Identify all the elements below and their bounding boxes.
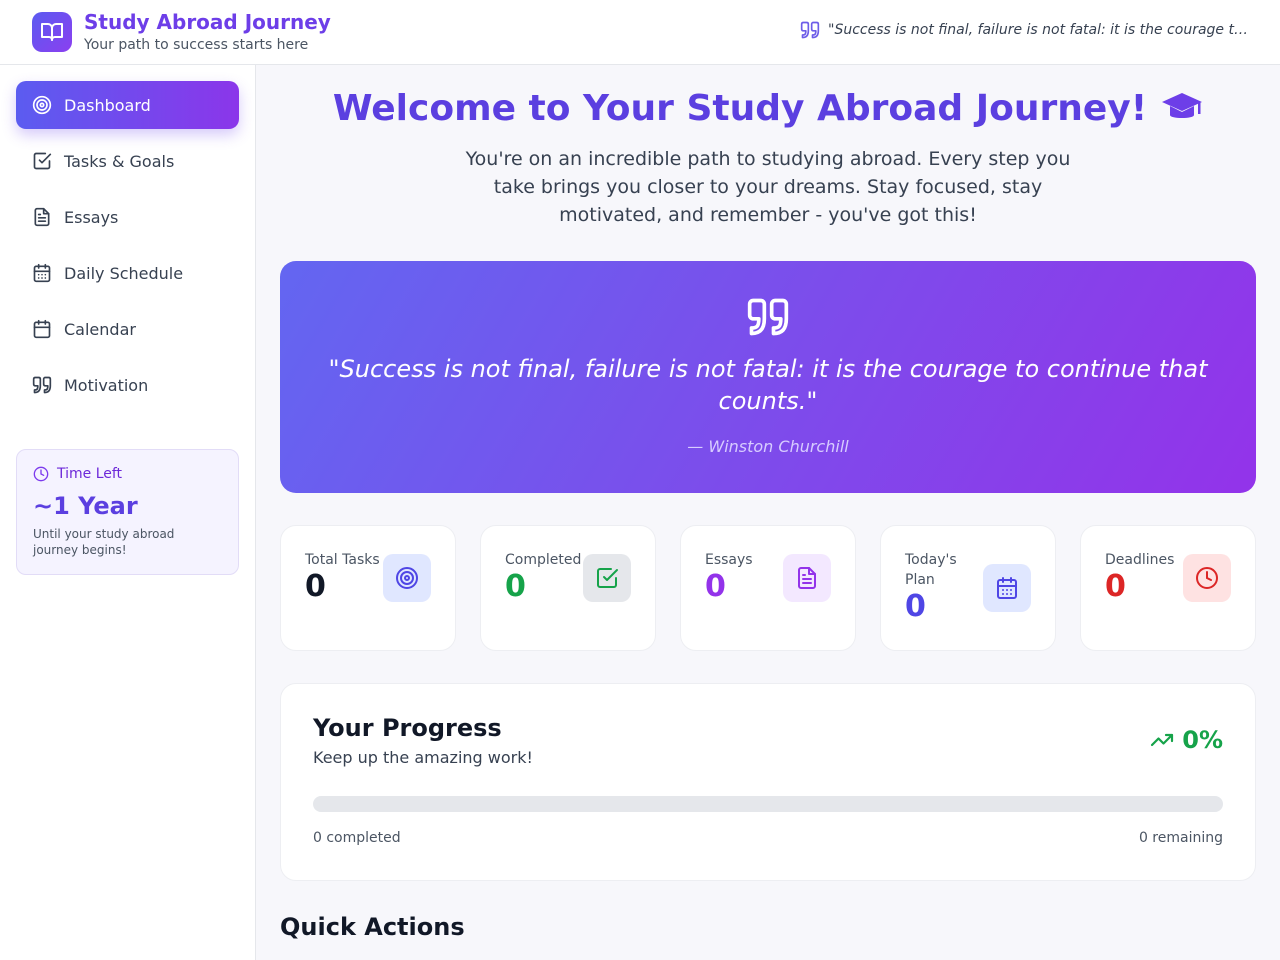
sidebar-item-label: Tasks & Goals <box>64 151 175 171</box>
quote-icon <box>746 295 790 343</box>
stat-card-essays: Essays 0 <box>680 525 856 651</box>
sidebar-item-motivation[interactable]: Motivation <box>16 361 239 409</box>
sidebar-item-calendar[interactable]: Calendar <box>16 305 239 353</box>
page-title: Welcome to Your Study Abroad Journey! <box>332 88 1148 129</box>
sidebar-item-tasks-goals[interactable]: Tasks & Goals <box>16 137 239 185</box>
quote-text: "Success is not final, failure is not fa… <box>328 355 1208 415</box>
progress-percent-value: 0% <box>1182 726 1223 754</box>
progress-completed: 0 completed <box>313 830 401 846</box>
quote-icon <box>800 20 820 40</box>
sidebar: Dashboard Tasks & Goals Essays Daily Sch… <box>0 65 256 960</box>
main-content: Welcome to Your Study Abroad Journey! Yo… <box>280 65 1256 941</box>
calendar-grid-icon <box>983 564 1031 612</box>
trending-up-icon <box>1150 728 1174 752</box>
check-square-icon <box>583 554 631 602</box>
clock-icon <box>1183 554 1231 602</box>
welcome-text: You're on an incredible path to studying… <box>465 148 1071 226</box>
document-icon <box>32 207 52 227</box>
welcome-title: Welcome to Your Study Abroad Journey! <box>280 87 1256 131</box>
time-left-label: Time Left <box>57 466 123 482</box>
sidebar-item-label: Dashboard <box>64 95 151 115</box>
time-left-note: Until your study abroad journey begins! <box>33 527 175 557</box>
header-quote: "Success is not final, failure is not fa… <box>800 20 1248 40</box>
app-subtitle: Your path to success starts here <box>84 36 309 53</box>
sidebar-item-dashboard[interactable]: Dashboard <box>16 81 239 129</box>
quote-card: "Success is not final, failure is not fa… <box>280 261 1256 493</box>
progress-subtitle: Keep up the amazing work! <box>313 748 533 767</box>
graduation-cap-icon <box>1161 89 1203 129</box>
app-header: Study Abroad Journey Your path to succes… <box>0 0 1280 65</box>
quote-icon <box>32 375 52 395</box>
stat-card-todays-plan: Today's Plan 0 <box>880 525 1056 651</box>
time-left-value: ~1 Year <box>33 492 138 520</box>
header-quote-text: "Success is not final, failure is not fa… <box>828 22 1248 38</box>
stats-row: Total Tasks 0 Completed 0 Essays 0 Today… <box>280 525 1256 651</box>
book-icon <box>32 12 72 52</box>
sidebar-item-essays[interactable]: Essays <box>16 193 239 241</box>
document-icon <box>783 554 831 602</box>
sidebar-item-label: Daily Schedule <box>64 263 184 283</box>
progress-card: Your Progress Keep up the amazing work! … <box>280 683 1256 881</box>
time-left-card: Time Left ~1 Year Until your study abroa… <box>16 449 239 575</box>
quote-author: — Winston Churchill <box>687 437 849 456</box>
sidebar-item-daily-schedule[interactable]: Daily Schedule <box>16 249 239 297</box>
stat-card-deadlines: Deadlines 0 <box>1080 525 1256 651</box>
app-title: Study Abroad Journey <box>84 9 331 34</box>
progress-remaining: 0 remaining <box>1138 830 1223 846</box>
calendar-grid-icon <box>32 263 52 283</box>
sidebar-item-label: Essays <box>64 207 119 227</box>
stat-label: Today's Plan <box>905 552 957 588</box>
checkbox-icon <box>32 151 52 171</box>
progress-title: Your Progress <box>313 714 502 742</box>
sidebar-item-label: Calendar <box>64 319 136 339</box>
stat-card-total-tasks: Total Tasks 0 <box>280 525 456 651</box>
quick-actions-title: Quick Actions <box>280 913 465 941</box>
progress-bar <box>313 796 1223 812</box>
clock-icon <box>33 466 49 482</box>
stat-card-completed: Completed 0 <box>480 525 656 651</box>
progress-percent: 0% <box>1150 726 1223 754</box>
target-icon <box>32 95 52 115</box>
calendar-icon <box>32 319 52 339</box>
target-icon <box>383 554 431 602</box>
sidebar-item-label: Motivation <box>64 375 149 395</box>
